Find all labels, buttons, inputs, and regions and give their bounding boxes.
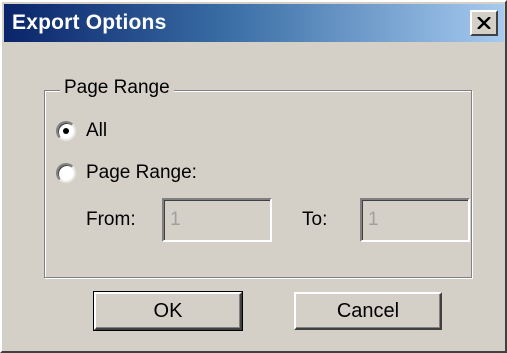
title-bar[interactable]: Export Options xyxy=(4,4,504,42)
radio-all[interactable]: All xyxy=(56,118,107,144)
from-label: From: xyxy=(86,209,136,230)
radio-page-range-label: Page Range: xyxy=(86,162,197,183)
cancel-button[interactable]: Cancel xyxy=(294,292,442,330)
close-button[interactable] xyxy=(470,10,498,36)
page-range-group-label: Page Range xyxy=(60,77,174,99)
radio-page-range-button[interactable] xyxy=(56,163,76,183)
export-options-dialog: Export Options Page Range All Page Range… xyxy=(0,0,507,353)
from-field[interactable] xyxy=(162,198,272,242)
window-title: Export Options xyxy=(12,11,167,34)
to-label: To: xyxy=(302,209,328,230)
radio-all-button[interactable] xyxy=(56,121,76,141)
to-field[interactable] xyxy=(360,198,470,242)
radio-selected-dot xyxy=(63,128,69,134)
radio-all-label: All xyxy=(86,120,108,141)
radio-page-range[interactable]: Page Range: xyxy=(56,160,197,186)
ok-button[interactable]: OK xyxy=(93,291,243,331)
close-icon xyxy=(477,17,491,29)
